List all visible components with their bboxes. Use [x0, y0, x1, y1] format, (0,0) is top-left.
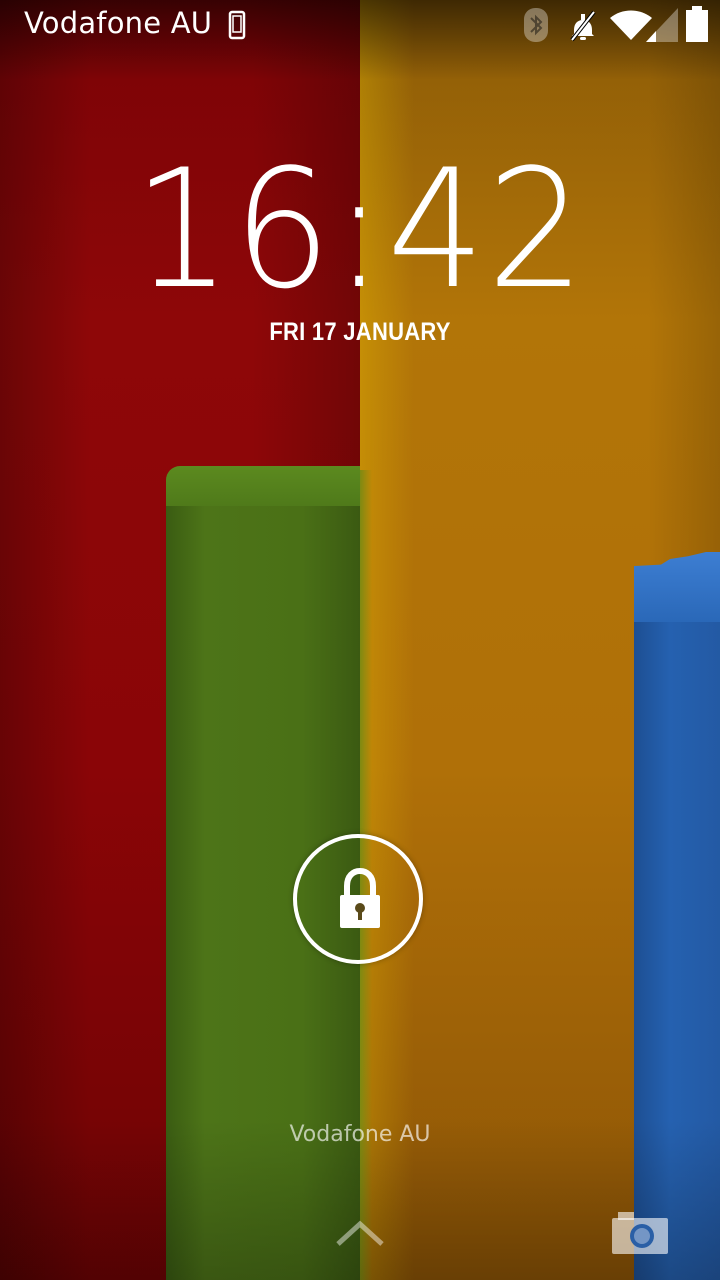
mute-icon: [570, 10, 596, 42]
date-label: FRI 17 JANUARY: [269, 318, 451, 346]
wallpaper-green-crayon-top: [166, 466, 360, 506]
lockscreen: Vodafone AU 16:42 FRI 17 JANUARY Vodafon…: [0, 0, 720, 1280]
lock-icon: [340, 868, 380, 928]
chevron-up-icon[interactable]: [334, 1216, 386, 1248]
clock: 16:42: [133, 134, 587, 325]
carrier-label-bottom: Vodafone AU: [289, 1122, 431, 1147]
unlock-button[interactable]: [293, 834, 423, 964]
phone-icon: [228, 10, 246, 40]
battery-icon: [686, 6, 708, 42]
camera-icon[interactable]: [610, 1208, 670, 1256]
bluetooth-icon: [524, 8, 548, 42]
carrier-label: Vodafone AU: [24, 6, 213, 40]
signal-icon: [646, 8, 678, 42]
status-bar: Vodafone AU: [0, 0, 720, 50]
